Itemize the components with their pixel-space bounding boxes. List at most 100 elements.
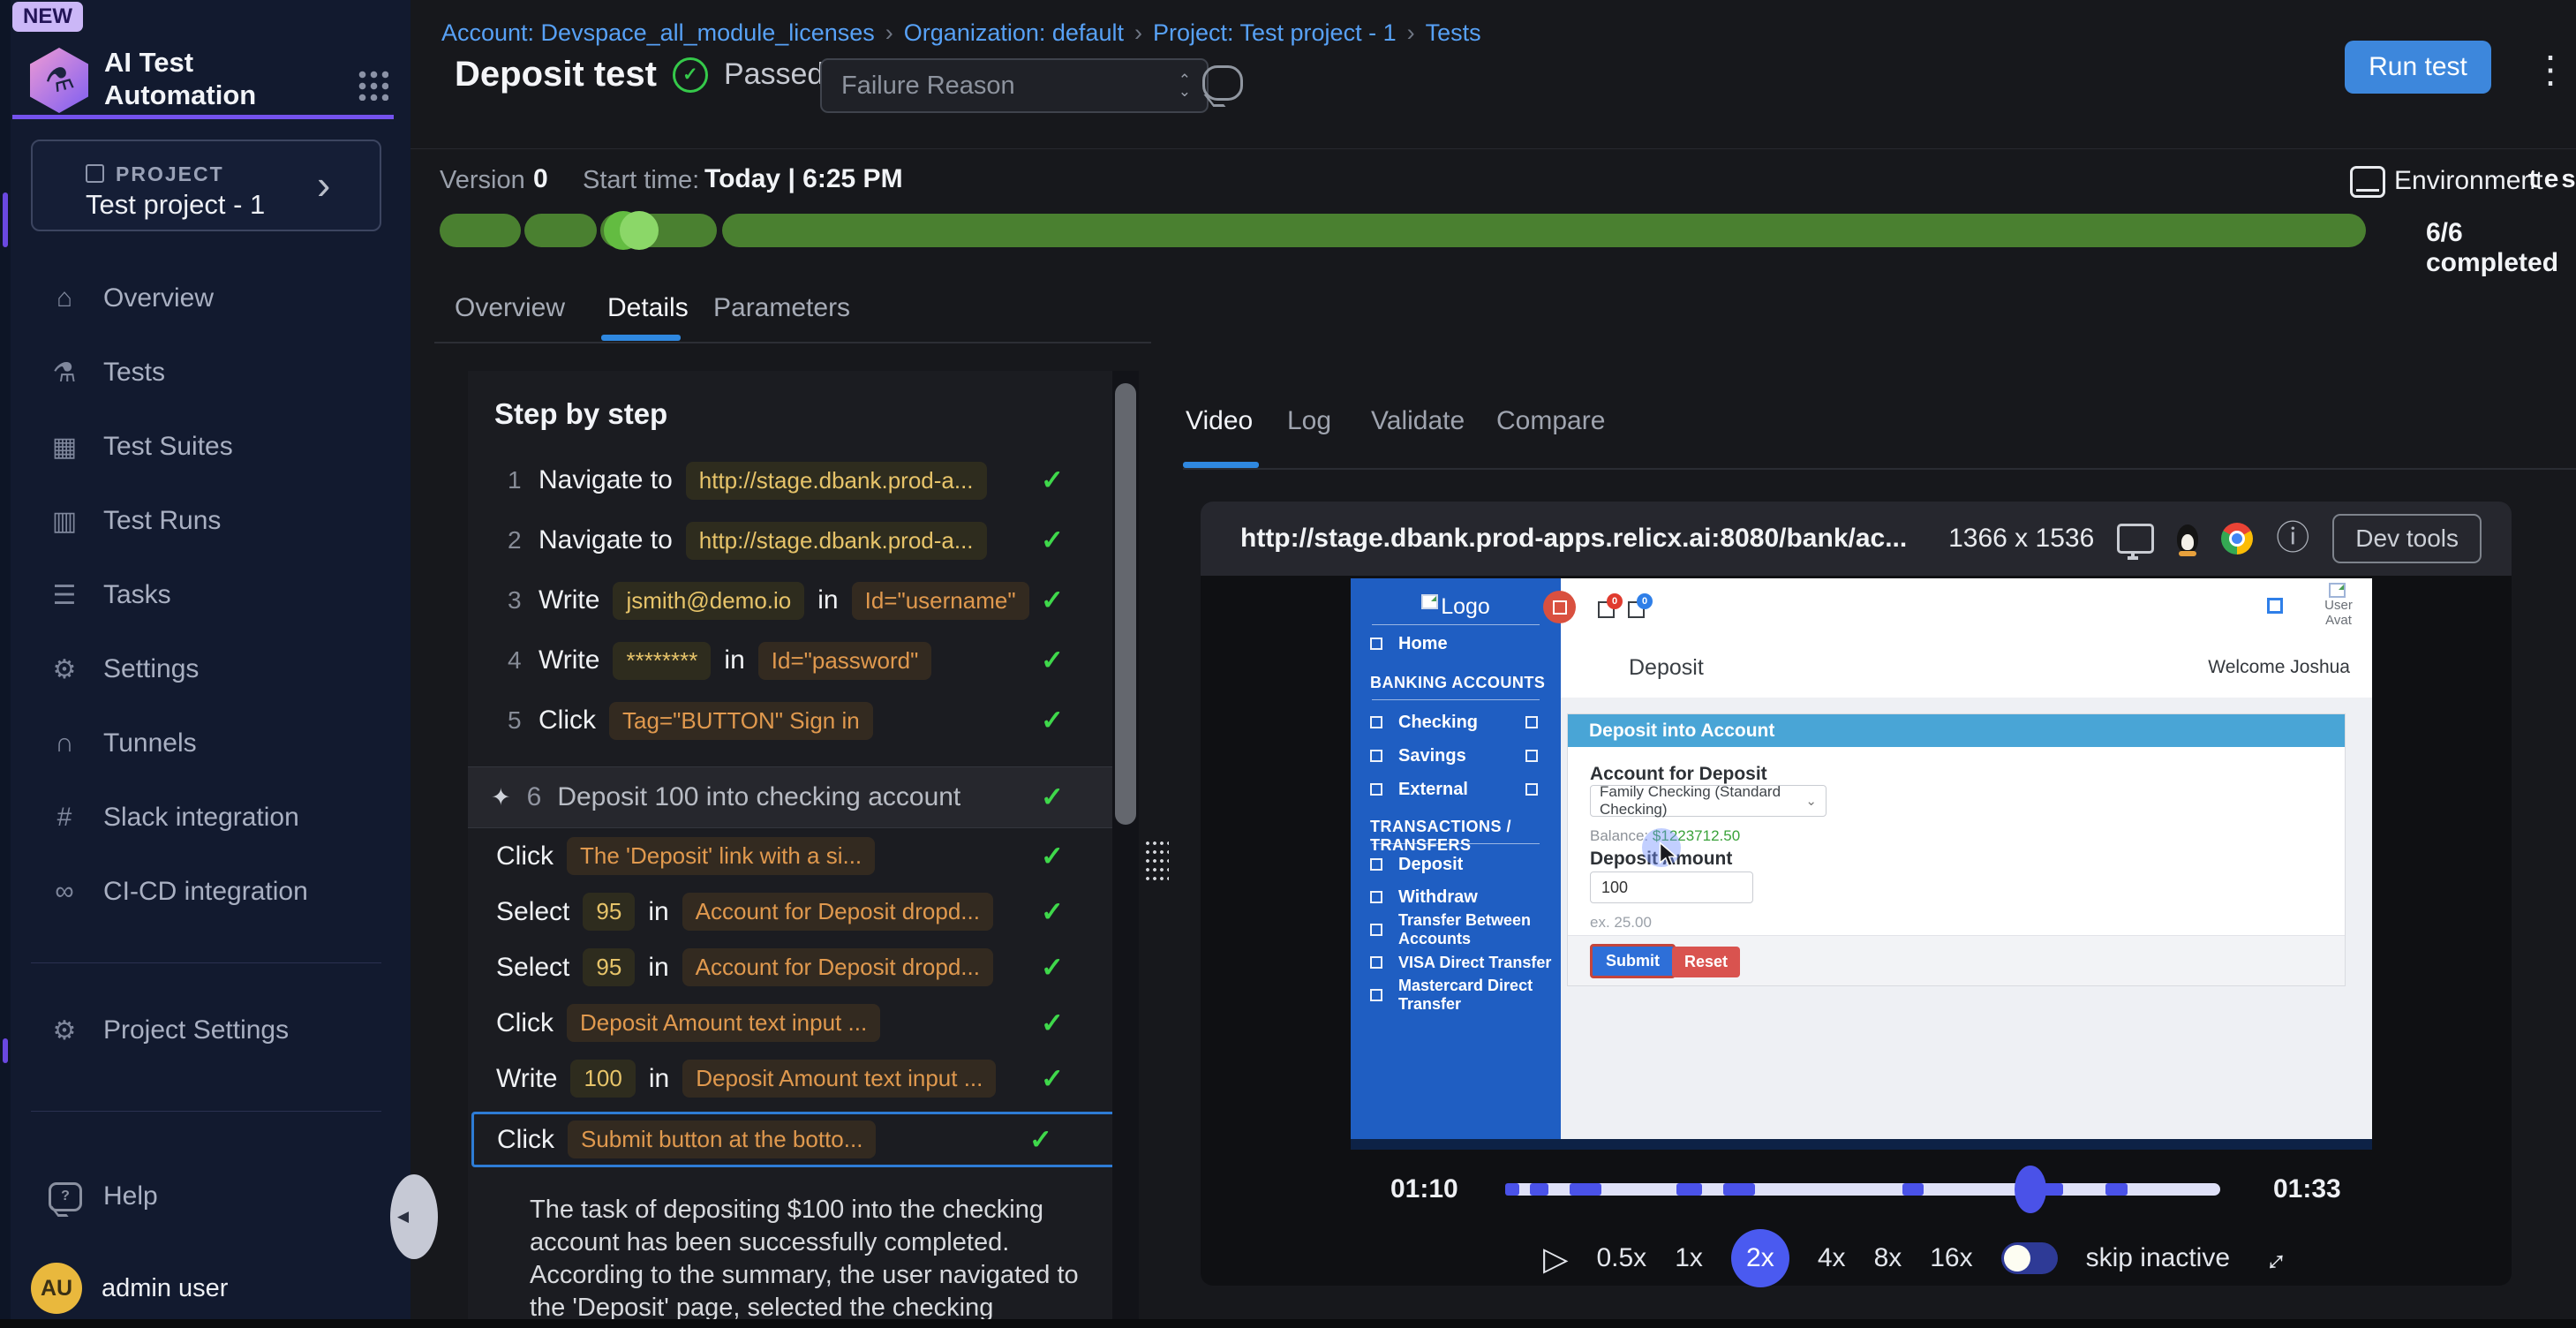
bank-nav-checking[interactable]: Checking [1351,711,1561,734]
user-menu[interactable]: AU admin user [11,1263,431,1314]
step-selector-badge[interactable]: Account for Deposit dropd... [682,893,993,931]
tab-details[interactable]: Details [607,293,689,323]
speed-1x[interactable]: 1x [1675,1243,1703,1273]
speed-0.5x[interactable]: 0.5x [1596,1243,1646,1273]
step-value-badge[interactable]: 95 [583,893,635,931]
bank-nav-savings[interactable]: Savings [1351,744,1561,767]
substep-row-1[interactable]: Click The 'Deposit' link with a si... ✓ [468,828,1139,884]
step-value-badge[interactable]: http://stage.dbank.prod-a... [686,462,987,500]
timeline-marker[interactable] [1530,1183,1548,1196]
project-selector[interactable]: PROJECT Test project - 1 › [31,140,381,231]
play-button-icon[interactable]: ▷ [1543,1240,1568,1278]
step-value-badge[interactable]: 95 [583,948,635,986]
tab-compare[interactable]: Compare [1496,406,1605,436]
speed-8x[interactable]: 8x [1874,1243,1902,1273]
bank-nav-home[interactable]: Home [1351,632,1561,655]
panel-splitter-handle[interactable] [1144,839,1169,881]
bank-nav-withdraw[interactable]: Withdraw [1351,886,1561,909]
submit-button[interactable]: Submit [1590,944,1676,978]
bank-nav-visa[interactable]: VISA Direct Transfer [1351,951,1561,974]
sidebar-item-tunnels[interactable]: ∩ Tunnels [11,706,411,781]
steps-scrollbar-track[interactable] [1112,371,1139,1328]
failure-reason-select[interactable]: Failure Reason ⌃ ⌄ [820,58,1209,113]
apps-grid-icon[interactable] [357,69,388,101]
breadcrumb-account[interactable]: Account: Devspace_all_module_licenses [441,19,875,47]
sidebar-collapse-handle[interactable]: ◀ [390,1174,438,1259]
step-selector-badge[interactable]: Deposit Amount text input ... [682,1060,996,1098]
step-row-4[interactable]: 4 Write ******** in Id="password" ✓ [468,630,1139,690]
breadcrumb-project[interactable]: Project: Test project - 1 [1153,19,1397,47]
deposit-amount-input[interactable]: 100 [1590,872,1753,903]
sidebar-item-slack-integration[interactable]: # Slack integration [11,781,411,855]
substep-row-3[interactable]: Select 95 in Account for Deposit dropd..… [468,939,1139,995]
breadcrumb-organization[interactable]: Organization: default [904,19,1124,47]
sidebar-item-test-runs[interactable]: ▥ Test Runs [11,484,411,558]
tab-log[interactable]: Log [1287,406,1331,436]
tab-overview[interactable]: Overview [455,293,565,323]
progress-segment[interactable] [524,214,597,247]
dev-tools-button[interactable]: Dev tools [2332,514,2482,563]
step-selector-badge[interactable]: Id="password" [758,642,932,680]
steps-scrollbar-thumb[interactable] [1115,383,1136,825]
sidebar-item-tasks[interactable]: ☰ Tasks [11,558,411,632]
step-row-2[interactable]: 2 Navigate to http://stage.dbank.prod-a.… [468,510,1139,570]
bank-nav-transfer[interactable]: Transfer Between Accounts [1351,918,1561,941]
run-test-button[interactable]: Run test [2345,41,2491,94]
bank-nav-deposit[interactable]: Deposit [1351,853,1561,876]
timeline-marker[interactable] [1723,1183,1755,1196]
step-value-badge[interactable]: jsmith@demo.io [613,582,804,620]
window-icon[interactable] [2267,598,2283,614]
step-selector-badge[interactable]: Deposit Amount text input ... [567,1004,880,1042]
progress-segment[interactable] [722,214,2366,247]
timeline-marker[interactable] [2034,1183,2062,1196]
sidebar-item-tests[interactable]: ⚗ Tests [11,336,411,410]
sidebar-item-project-settings[interactable]: ⚙ Project Settings [11,993,411,1068]
substep-row-6-selected[interactable]: Click Submit button at the botto... ✓ [471,1112,1130,1167]
bank-nav-mastercard[interactable]: Mastercard Direct Transfer [1351,984,1561,1007]
sidebar-item-help[interactable]: ? Help [11,1159,411,1234]
speed-16x[interactable]: 16x [1930,1243,1972,1273]
tab-video[interactable]: Video [1186,406,1253,436]
sidebar-item-overview[interactable]: ⌂ Overview [11,261,411,336]
timeline-marker[interactable] [1902,1183,1924,1196]
step-selector-badge[interactable]: Id="username" [852,582,1029,620]
step-selector-badge[interactable]: The 'Deposit' link with a si... [567,837,875,875]
bank-logo[interactable]: Logo [1351,594,1561,620]
step-value-badge[interactable]: 100 [570,1060,635,1098]
timeline-marker[interactable] [1505,1183,1519,1196]
video-url[interactable]: http://stage.dbank.prod-apps.relicx.ai:8… [1240,524,1907,554]
substep-row-2[interactable]: Select 95 in Account for Deposit dropd..… [468,884,1139,939]
skip-inactive-toggle[interactable] [2001,1242,2058,1274]
timeline-marker[interactable] [1570,1183,1601,1196]
app-logo-icon[interactable]: ⚗ [30,48,88,113]
info-icon[interactable]: ⓘ [2276,523,2309,555]
breadcrumb-tests[interactable]: Tests [1426,19,1481,47]
step-selector-badge[interactable]: Submit button at the botto... [568,1120,876,1158]
sidebar-item-settings[interactable]: ⚙ Settings [11,632,411,706]
reset-button[interactable]: Reset [1672,947,1740,977]
step-row-1[interactable]: 1 Navigate to http://stage.dbank.prod-a.… [468,450,1139,510]
tab-validate[interactable]: Validate [1371,406,1465,436]
step-value-badge[interactable]: http://stage.dbank.prod-a... [686,522,987,560]
speed-2x-active[interactable]: 2x [1731,1229,1789,1287]
sidebar-item-test-suites[interactable]: ▦ Test Suites [11,410,411,484]
step-selector-badge[interactable]: Tag="BUTTON" Sign in [609,702,873,740]
timeline-track[interactable] [1505,1183,2220,1196]
substep-row-4[interactable]: Click Deposit Amount text input ... ✓ [468,995,1139,1051]
bank-nav-external[interactable]: External [1351,778,1561,801]
timeline-marker[interactable] [1676,1183,1701,1196]
window-icon[interactable]: 0 [1598,601,1615,618]
fullscreen-icon[interactable]: ↔ [2250,1235,2296,1281]
kebab-menu-icon[interactable]: ⋮ [2532,48,2569,91]
user-avatar-broken-image[interactable]: User Avat [2307,583,2370,628]
comment-icon[interactable] [1202,65,1243,101]
tab-parameters[interactable]: Parameters [713,293,850,323]
progress-segment[interactable] [440,214,521,247]
window-icon[interactable]: 0 [1628,601,1645,618]
substep-row-5[interactable]: Write 100 in Deposit Amount text input .… [468,1051,1139,1106]
sidebar-item-cicd-integration[interactable]: ∞ CI-CD integration [11,855,411,929]
account-for-deposit-select[interactable]: Family Checking (Standard Checking) ⌄ [1590,785,1827,817]
step-row-3[interactable]: 3 Write jsmith@demo.io in Id="username" … [468,570,1139,630]
step-value-badge[interactable]: ******** [613,642,711,680]
step-selector-badge[interactable]: Account for Deposit dropd... [682,948,993,986]
